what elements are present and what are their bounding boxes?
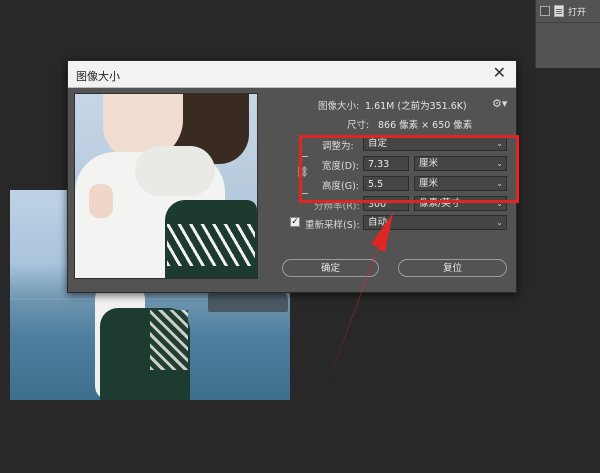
annotation-arrow-shape [327,213,393,385]
annotation-arrow [327,213,393,385]
